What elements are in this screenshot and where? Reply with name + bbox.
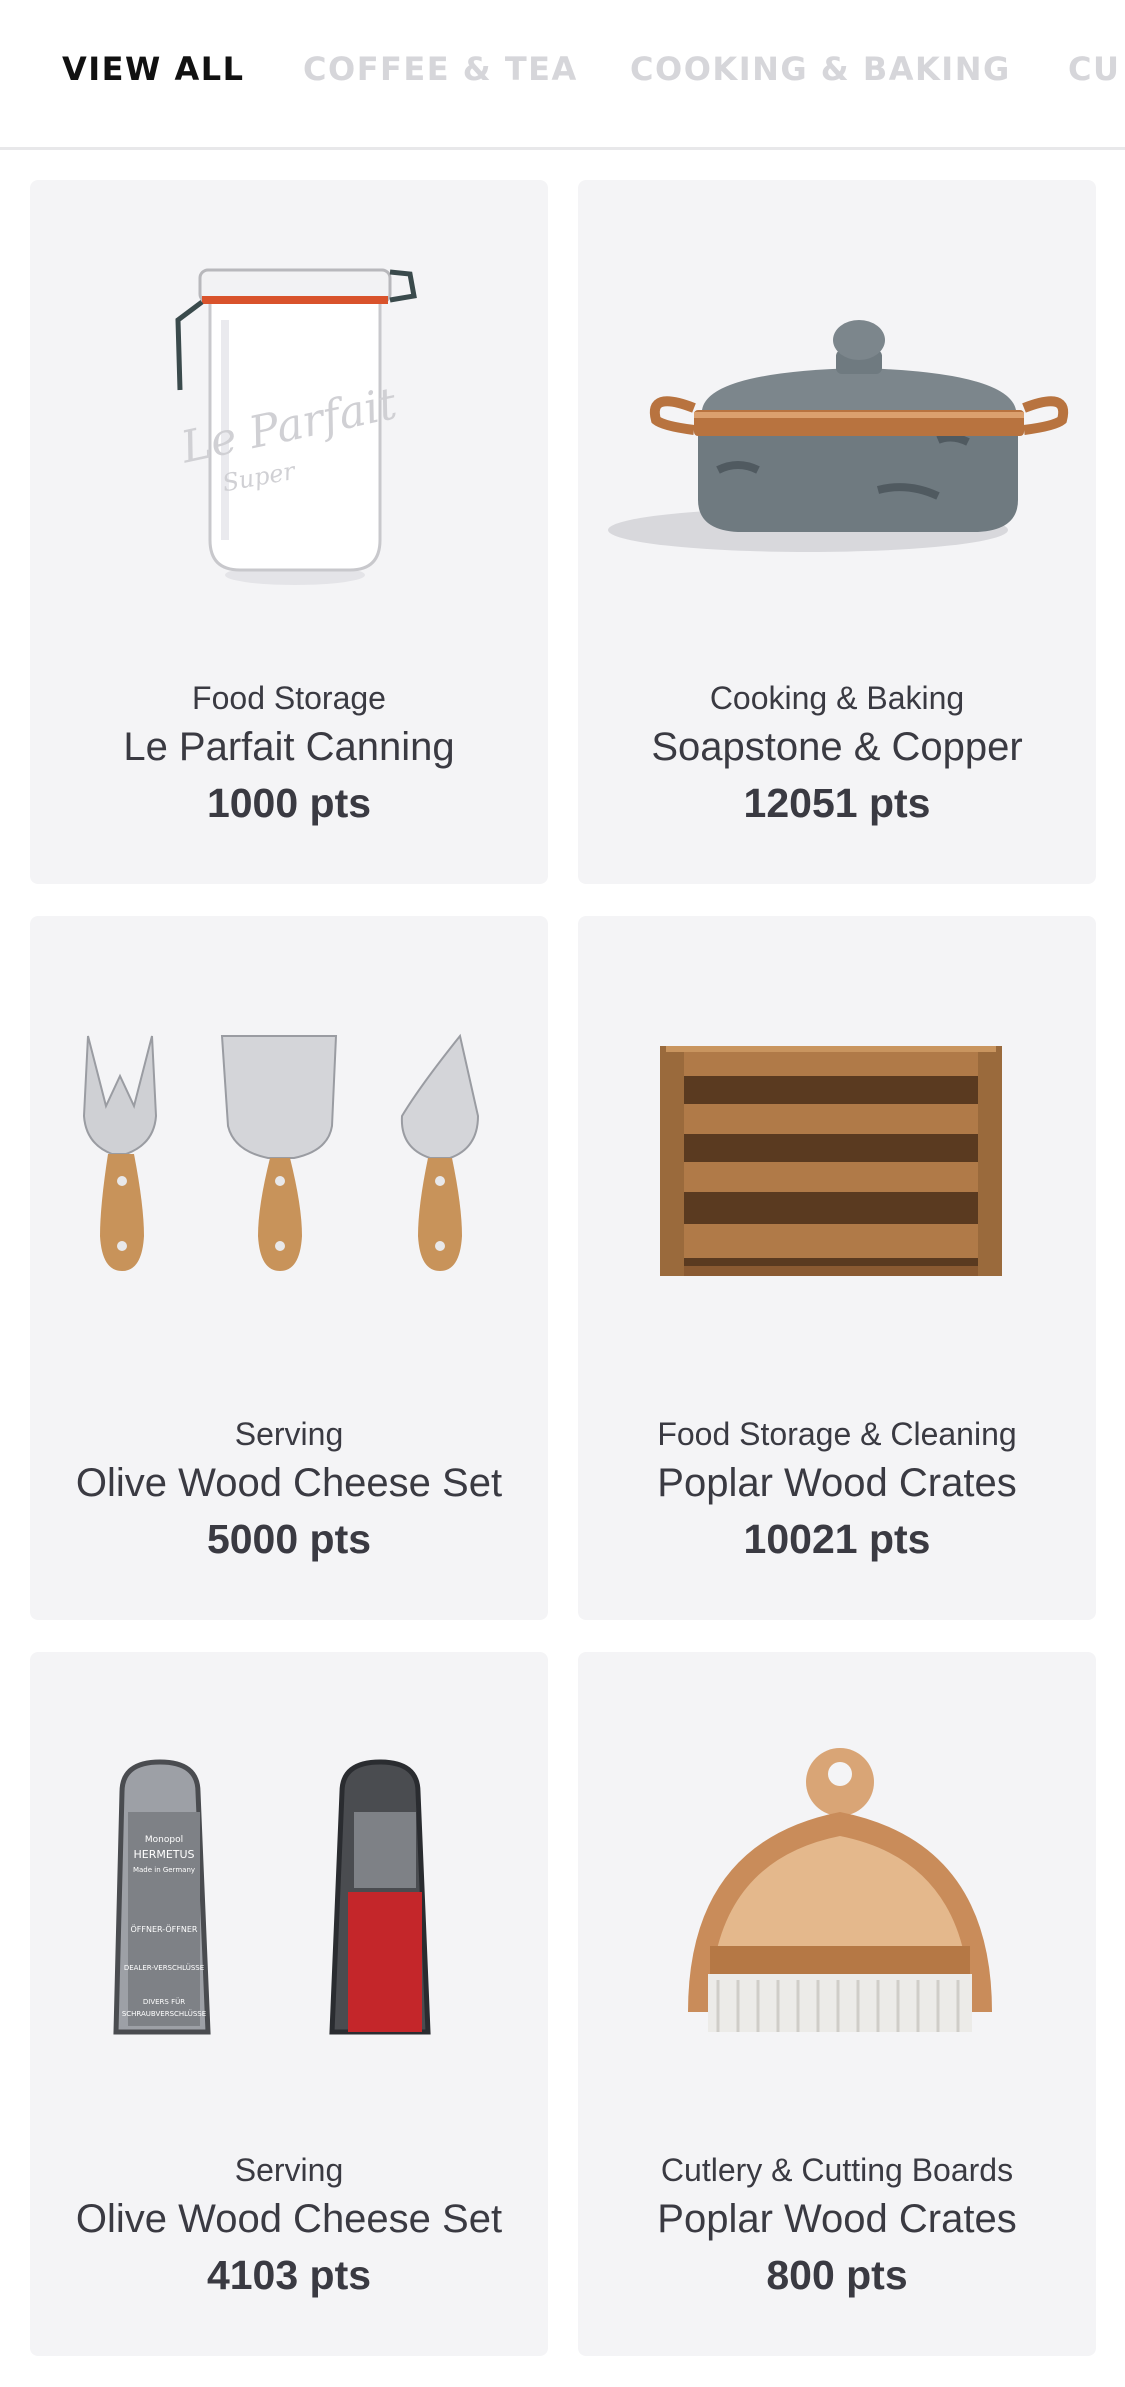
svg-text:DEALER-VERSCHLÜSSE: DEALER-VERSCHLÜSSE <box>124 1963 204 1972</box>
product-card[interactable]: Cooking & Baking Soapstone & Copper 1205… <box>578 180 1096 884</box>
product-category: Cooking & Baking <box>709 680 965 716</box>
dustpan-brush-image <box>578 1712 1096 2072</box>
bottle-openers-image: Monopol HERMETUS Made in Germany ÖFFNER-… <box>30 1712 548 2072</box>
glass-jar-image: Le Parfait Super <box>30 240 548 600</box>
product-name: Soapstone & Copper <box>651 725 1023 769</box>
product-card[interactable]: Food Storage & Cleaning Poplar Wood Crat… <box>578 916 1096 1620</box>
product-points: 12051 pts <box>743 780 931 826</box>
product-name: Olive Wood Cheese Set <box>75 2197 503 2241</box>
product-name: Poplar Wood Crates <box>657 1461 1017 1505</box>
product-name: Olive Wood Cheese Set <box>75 1461 503 1505</box>
product-card[interactable]: Cutlery & Cutting Boards Poplar Wood Cra… <box>578 1652 1096 2356</box>
product-category: Serving <box>234 2152 344 2188</box>
svg-text:DIVERS FÜR: DIVERS FÜR <box>143 1997 185 2006</box>
product-points: 1000 pts <box>206 780 372 826</box>
product-name: Poplar Wood Crates <box>657 2197 1017 2241</box>
product-card[interactable]: Serving Olive Wood Cheese Set 5000 pts <box>30 916 548 1620</box>
soapstone-pot-image <box>578 240 1096 600</box>
product-category: Serving <box>234 1416 344 1452</box>
cheese-knives-image <box>30 976 548 1336</box>
product-points: 5000 pts <box>206 1516 372 1562</box>
product-points: 800 pts <box>766 2252 908 2298</box>
product-card[interactable]: Le Parfait Super Food Storage Le Parfait… <box>30 180 548 884</box>
svg-text:ÖFFNER-ÖFFNER: ÖFFNER-ÖFFNER <box>131 1924 198 1934</box>
product-grid: Le Parfait Super Food Storage Le Parfait… <box>0 0 1125 2387</box>
svg-text:HERMETUS: HERMETUS <box>133 1848 194 1861</box>
product-card[interactable]: Monopol HERMETUS Made in Germany ÖFFNER-… <box>30 1652 548 2356</box>
product-category: Cutlery & Cutting Boards <box>660 2152 1014 2188</box>
svg-text:Monopol: Monopol <box>145 1835 183 1845</box>
product-category: Food Storage & Cleaning <box>657 1416 1017 1452</box>
svg-text:Made in Germany: Made in Germany <box>133 1866 195 1874</box>
svg-text:SCHRAUBVERSCHLÜSSE: SCHRAUBVERSCHLÜSSE <box>122 2009 206 2018</box>
product-name: Le Parfait Canning <box>123 725 455 769</box>
product-category: Food Storage <box>192 680 386 716</box>
wood-crate-image <box>578 976 1096 1336</box>
product-points: 4103 pts <box>206 2252 372 2298</box>
product-points: 10021 pts <box>743 1516 931 1562</box>
